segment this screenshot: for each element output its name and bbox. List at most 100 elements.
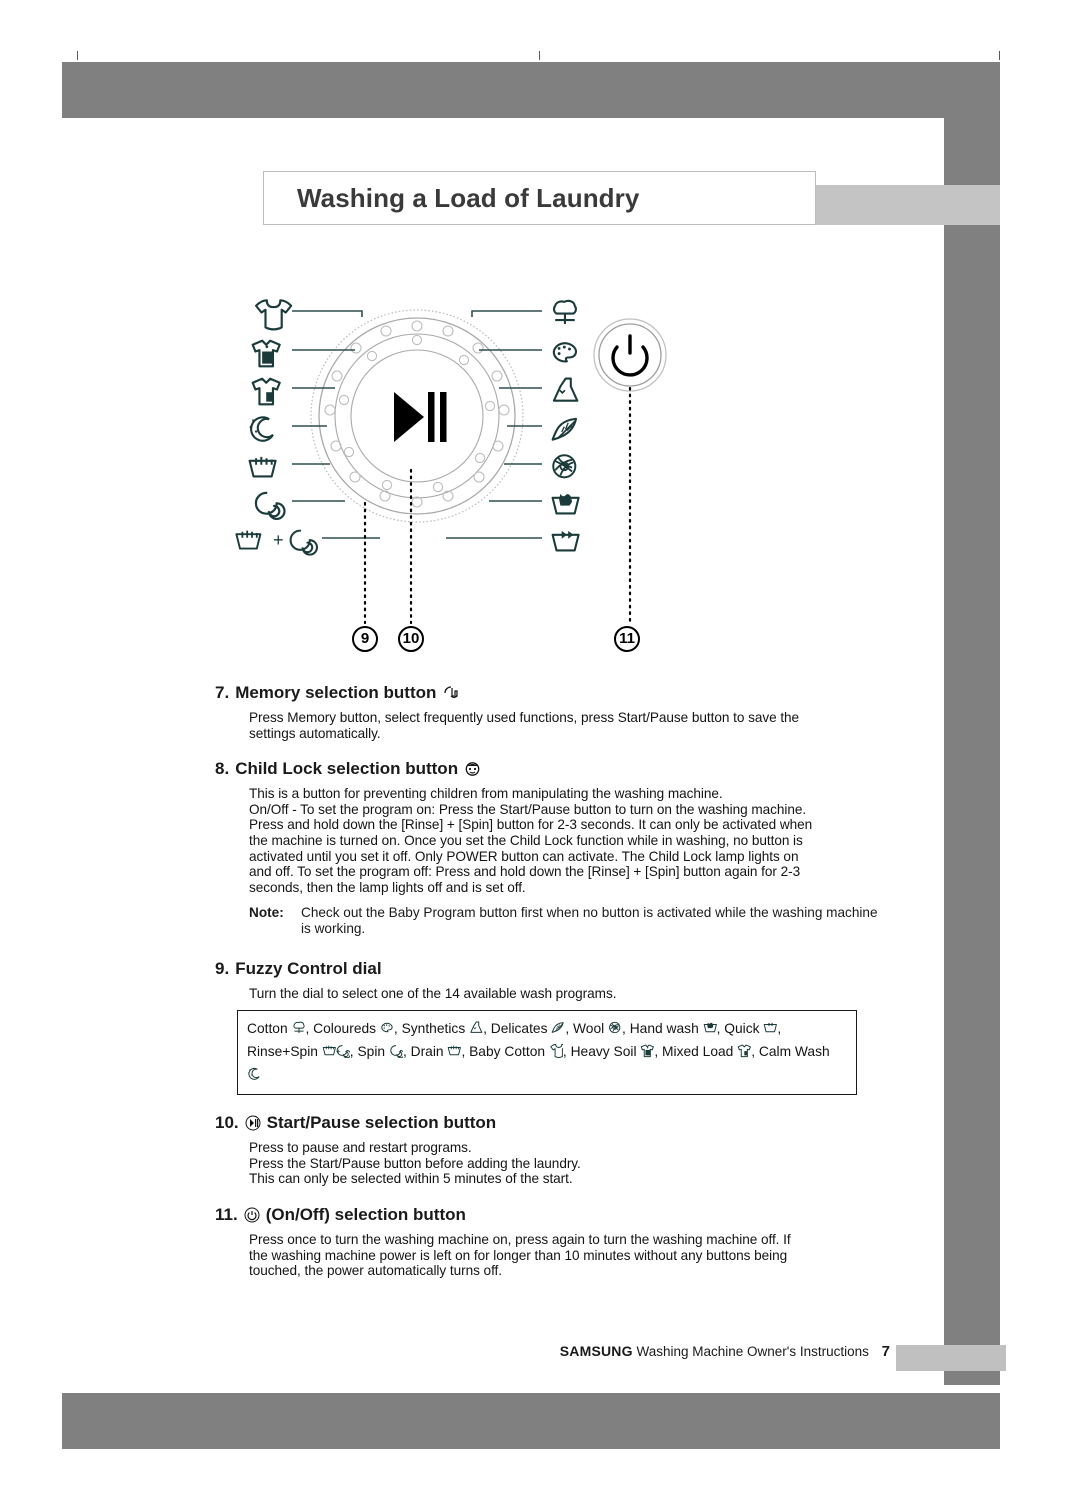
heavy-soil-icon [251, 339, 281, 368]
crop-mark-left [77, 51, 78, 60]
power-button [593, 318, 667, 392]
instruction-content: 7. Memory selection button Press Memory … [215, 683, 880, 1279]
section-9-number: 9. [215, 958, 230, 978]
footer-page-number: 7 [881, 1343, 890, 1360]
quick-icon [551, 529, 580, 552]
section-9-heading: 9. Fuzzy Control dial [215, 959, 880, 979]
callout-11: 11 [614, 626, 640, 652]
heavy-soil-icon [640, 1044, 655, 1059]
section-8-line-6: and off. To set the program off: Press a… [249, 864, 801, 880]
program-hand-wash-label: Hand wash [629, 1021, 699, 1037]
power-icon [611, 334, 649, 377]
drain-icon [447, 1044, 462, 1059]
section-9-line-1: Turn the dial to select one of the 14 av… [249, 985, 617, 1001]
child-lock-face-icon [464, 760, 481, 779]
coloureds-icon [552, 342, 578, 363]
memory-hand-icon [442, 684, 462, 703]
wash-program-list: Cotton , Coloureds , Synthetics , Delica… [237, 1010, 857, 1096]
program-wool-label: Wool [573, 1021, 605, 1037]
section-8-heading: 8. Child Lock selection button [215, 759, 880, 779]
crop-mark-right [999, 51, 1000, 60]
section-8-line-1: This is a button for preventing children… [249, 786, 723, 802]
baby-cotton-icon [549, 1044, 568, 1059]
diagram-callouts: 9 10 11 [232, 626, 702, 660]
program-rinse-spin-label: Rinse+Spin [247, 1044, 318, 1060]
brand-name: SAMSUNG [559, 1343, 633, 1359]
section-8-line-2: On/Off - To set the program on: Press th… [249, 801, 807, 817]
program-spin-label: Spin [357, 1044, 386, 1060]
spin-icon [254, 491, 286, 521]
cotton-icon [552, 299, 577, 326]
calm-wash-icon [247, 1067, 261, 1082]
delicates-icon [551, 417, 578, 441]
frame-chapter-tab [808, 185, 1000, 225]
calm-wash-icon [248, 416, 275, 442]
program-synthetics-label: Synthetics [401, 1021, 466, 1037]
crop-mark-center [539, 51, 540, 60]
program-calm-wash-label: Calm Wash [758, 1044, 830, 1060]
section-8-line-7: seconds, then the lamp lights off and is… [249, 879, 526, 895]
drain-icon [248, 455, 277, 478]
spin-icon [389, 1044, 405, 1059]
quick-icon [763, 1021, 778, 1036]
section-7-number: 7. [215, 683, 230, 702]
section-11-line-2: the washing machine power is left on for… [249, 1247, 788, 1263]
coloureds-icon [380, 1021, 394, 1036]
start-pause-icon [394, 392, 447, 442]
program-mixed-load-label: Mixed Load [662, 1044, 734, 1060]
section-10-line-1: Press to pause and restart programs. [249, 1140, 472, 1156]
section-8-title: Child Lock selection button [235, 759, 459, 779]
section-10-line-2: Press the Start/Pause button before addi… [249, 1155, 581, 1171]
control-panel-dial-diagram: + [232, 288, 702, 658]
mixed-load-icon [737, 1044, 752, 1059]
wool-icon [552, 454, 577, 479]
program-drain-label: Drain [410, 1044, 444, 1060]
program-heavy-soil-label: Heavy Soil [570, 1044, 637, 1060]
section-7-title: Memory selection button [235, 683, 437, 702]
section-10-line-3: This can only be selected within 5 minut… [249, 1171, 573, 1187]
baby-cotton-icon [254, 299, 293, 331]
start-pause-icon [245, 1115, 261, 1133]
wool-icon [608, 1021, 622, 1036]
callout-10: 10 [398, 626, 424, 652]
frame-band-right-upper [944, 62, 1000, 185]
section-11-line-1: Press once to turn the washing machine o… [249, 1231, 791, 1247]
page-title-plate: Washing a Load of Laundry [263, 171, 816, 225]
program-coloureds-label: Coloureds [313, 1021, 377, 1037]
section-11-heading: 11. (On/Off) selection button [215, 1205, 880, 1225]
note-label: Note: [249, 905, 284, 921]
program-baby-cotton-label: Baby Cotton [469, 1044, 546, 1060]
footer-accent-tab [896, 1345, 1006, 1371]
section-8-number: 8. [215, 759, 230, 779]
program-cotton-label: Cotton [247, 1021, 288, 1037]
section-7-line-1: Press Memory button, select frequently u… [249, 710, 800, 725]
program-quick-label: Quick [724, 1021, 760, 1037]
synthetics-icon [469, 1021, 483, 1036]
hand-wash-icon [551, 492, 580, 515]
section-11-line-3: touched, the power automatically turns o… [249, 1263, 503, 1279]
footer-text: Washing Machine Owner's Instructions [636, 1344, 869, 1359]
delicates-icon [551, 1021, 565, 1036]
section-10-number: 10. [215, 1113, 239, 1133]
section-8-line-4: the machine is turned on. Once you set t… [249, 832, 803, 848]
cotton-icon [292, 1021, 306, 1036]
frame-band-top [62, 62, 1000, 118]
page-footer: SAMSUNG Washing Machine Owner's Instruct… [0, 1343, 890, 1360]
section-7-heading: 7. Memory selection button [215, 683, 880, 703]
section-10-title: Start/Pause selection button [266, 1113, 497, 1133]
section-8-line-5: activated until you set it off. Only POW… [249, 848, 799, 864]
rinse-plus-spin-icon: + [322, 1044, 351, 1059]
frame-band-bottom [62, 1393, 1000, 1449]
section-8-note: Note: Check out the Baby Program button … [249, 905, 880, 936]
section-11-number: 11. [215, 1204, 238, 1224]
hand-wash-icon [703, 1021, 717, 1036]
svg-text:+: + [273, 530, 284, 550]
section-9-title: Fuzzy Control dial [235, 958, 382, 978]
synthetics-icon [552, 377, 579, 402]
rinse-plus-spin-icon: + [235, 529, 319, 556]
power-icon [244, 1207, 260, 1225]
section-7-line-2: settings automatically. [249, 725, 381, 741]
section-10-heading: 10. Start/Pause selection button [215, 1113, 880, 1133]
note-text: Check out the Baby Program button first … [301, 905, 878, 936]
callout-9: 9 [352, 626, 378, 652]
